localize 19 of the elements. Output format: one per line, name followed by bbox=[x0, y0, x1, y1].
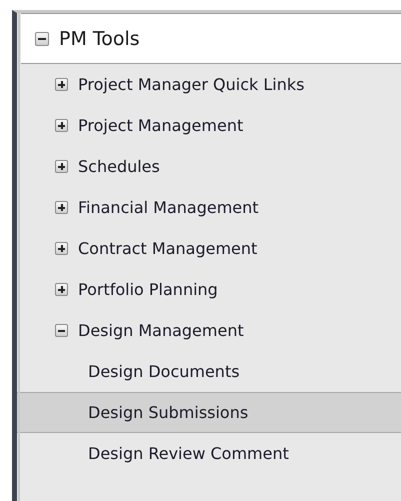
collapse-icon[interactable] bbox=[55, 324, 68, 337]
expand-icon[interactable] bbox=[55, 242, 68, 255]
tree-item[interactable]: Schedules bbox=[78, 157, 160, 176]
tree-leaf-item[interactable]: Design Submissions bbox=[17, 392, 401, 433]
expand-icon[interactable] bbox=[55, 283, 68, 296]
tree-leaf-item[interactable]: Design Review Comment bbox=[21, 433, 401, 474]
tree-item[interactable]: Design Management bbox=[78, 321, 244, 340]
tree-leaf-item[interactable]: Design Documents bbox=[21, 351, 401, 392]
collapse-icon[interactable] bbox=[35, 32, 49, 46]
tree-item[interactable]: Financial Management bbox=[78, 198, 259, 217]
expand-icon[interactable] bbox=[55, 119, 68, 132]
tree-item[interactable]: Project Management bbox=[78, 116, 244, 135]
tree-item[interactable]: Portfolio Planning bbox=[78, 280, 218, 299]
expand-icon[interactable] bbox=[55, 201, 68, 214]
tree-item[interactable]: Project Manager Quick Links bbox=[78, 75, 304, 94]
tree-root-label[interactable]: PM Tools bbox=[59, 28, 140, 50]
expand-icon[interactable] bbox=[55, 160, 68, 173]
expand-icon[interactable] bbox=[55, 78, 68, 91]
tree-item[interactable]: Contract Management bbox=[78, 239, 258, 258]
